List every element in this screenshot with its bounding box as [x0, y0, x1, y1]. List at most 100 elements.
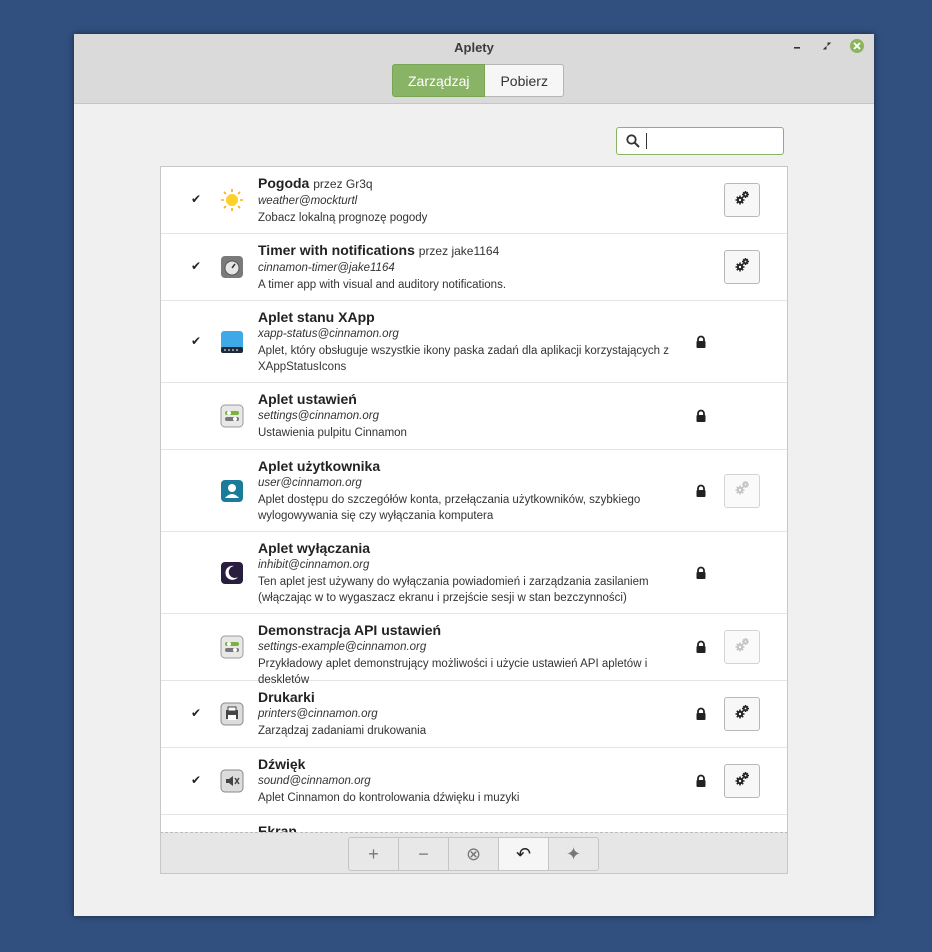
applet-info: Aplet ustawień settings@cinnamon.org Ustaw…	[258, 390, 678, 442]
applet-list[interactable]: ✔ Pogoda przez Gr3q weather@mockturtl Zobac…	[160, 166, 788, 834]
minimize-icon[interactable]	[789, 38, 805, 54]
close-icon[interactable]	[850, 39, 864, 53]
applet-uuid: user@cinnamon.org	[258, 477, 362, 489]
lock-icon	[694, 640, 708, 654]
applet-row[interactable]: Aplet ustawień settings@cinnamon.org Ustaw…	[161, 383, 787, 450]
applet-info: Dźwięk sound@cinnamon.org Aplet Cinnamon d…	[258, 755, 678, 807]
sun-icon	[220, 188, 244, 212]
applet-info: Pogoda przez Gr3q weather@mockturtl Zobacz…	[258, 174, 678, 227]
applet-description: Ten aplet jest używany do wyłączania pow…	[258, 576, 649, 604]
titlebar: Aplety Zarządzaj Pobierz	[74, 34, 874, 104]
applet-name: Drukarki	[258, 688, 678, 706]
applet-name-text: Aplet wyłączania	[258, 540, 371, 556]
search-icon	[626, 134, 640, 148]
applet-name: Aplet użytkownika	[258, 457, 678, 475]
applet-uuid: settings-example@cinnamon.org	[258, 641, 427, 653]
gear-icon	[734, 190, 750, 211]
applet-name-text: Dźwięk	[258, 756, 306, 772]
applet-info: Demonstracja API ustawień settings-exampl…	[258, 621, 678, 688]
configure-button-disabled	[724, 630, 760, 664]
tab-manage[interactable]: Zarządzaj	[392, 64, 486, 97]
minus-icon: −	[418, 843, 429, 864]
enabled-check-icon: ✔	[191, 333, 202, 348]
speaker-icon	[220, 769, 244, 793]
applet-name-text: Pogoda	[258, 175, 310, 191]
panel-icon	[220, 330, 244, 354]
applet-row[interactable]: Aplet wyłączania inhibit@cinnamon.org Ten …	[161, 532, 787, 614]
applet-row[interactable]: Demonstracja API ustawień settings-exampl…	[161, 614, 787, 686]
applet-row[interactable]: ✔ Dźwięk sound@cinnamon.org Aplet Cinnamon …	[161, 748, 787, 815]
lock-icon	[694, 335, 708, 349]
enabled-check-icon: ✔	[191, 773, 202, 787]
applet-author: przez jake1164	[418, 244, 500, 258]
toggles-icon	[220, 635, 244, 659]
printer-icon	[220, 702, 244, 726]
applet-name: Aplet stanu XApp	[258, 308, 678, 326]
applet-description: Aplet Cinnamon do kontrolowania dźwięku …	[258, 792, 520, 804]
lock-icon	[694, 774, 708, 788]
enabled-check-icon: ✔	[191, 192, 202, 206]
applet-name: Demonstracja API ustawień	[258, 621, 678, 639]
applet-description: Zobacz lokalną prognozę pogody	[258, 212, 428, 224]
moon-icon	[220, 561, 244, 585]
applet-name-text: Aplet ustawień	[258, 391, 357, 407]
applet-row[interactable]: ✔ Drukarki printers@cinnamon.org Zarządzaj …	[161, 681, 787, 748]
gear-icon	[734, 637, 750, 658]
applet-info: Timer with notifications przez jake1164 c…	[258, 241, 678, 294]
applet-author: przez Gr3q	[313, 177, 373, 191]
applet-row[interactable]: ✔ Aplet stanu XApp xapp-status@cinnamon.or…	[161, 301, 787, 383]
clear-button[interactable]: ⊗	[448, 837, 499, 871]
gear-icon	[734, 771, 750, 792]
applet-description: Ustawienia pulpitu Cinnamon	[258, 427, 407, 439]
search-input[interactable]	[616, 127, 784, 155]
applet-row[interactable]: Aplet użytkownika user@cinnamon.org Aplet …	[161, 450, 787, 532]
applet-name: Pogoda przez Gr3q	[258, 174, 678, 193]
applet-name: Aplet ustawień	[258, 390, 678, 408]
maximize-icon[interactable]	[819, 38, 835, 54]
applet-description: Zarządzaj zadaniami drukowania	[258, 725, 427, 737]
applet-name: Dźwięk	[258, 755, 678, 773]
applet-info: Aplet użytkownika user@cinnamon.org Aplet …	[258, 457, 678, 524]
applet-name: Aplet wyłączania	[258, 539, 678, 557]
applet-name-text: Drukarki	[258, 689, 315, 705]
applet-uuid: xapp-status@cinnamon.org	[258, 328, 399, 340]
toggles-icon	[220, 404, 244, 428]
plus-icon: +	[368, 843, 379, 864]
applet-uuid: cinnamon-timer@jake1164	[258, 262, 395, 274]
gear-icon	[734, 704, 750, 725]
undo-button[interactable]: ↶	[498, 837, 549, 871]
enabled-check-icon: ✔	[191, 259, 202, 273]
minus-button[interactable]: −	[398, 837, 449, 871]
configure-button-disabled	[724, 473, 760, 508]
tab-bar: Zarządzaj Pobierz	[392, 64, 564, 97]
applet-uuid: weather@mockturtl	[258, 195, 358, 207]
timer-icon	[220, 255, 244, 279]
sparkle-button[interactable]: ✦	[548, 837, 599, 871]
plus-button[interactable]: +	[348, 837, 399, 871]
applet-name-text: Aplet użytkownika	[258, 458, 381, 474]
tab-download[interactable]: Pobierz	[485, 64, 564, 97]
window-title: Aplety	[454, 40, 494, 55]
applet-info: Aplet stanu XApp xapp-status@cinnamon.org…	[258, 308, 678, 375]
applet-description: Aplet, który obsługuje wszystkie ikony p…	[258, 345, 669, 373]
clear-icon: ⊗	[465, 843, 482, 864]
applet-name-text: Demonstracja API ustawień	[258, 622, 442, 638]
configure-button[interactable]	[724, 250, 760, 284]
applet-info: Drukarki printers@cinnamon.org Zarządzaj z…	[258, 688, 678, 740]
applet-row[interactable]: ✔ Timer with notifications przez jake1164…	[161, 234, 787, 301]
applet-info: Aplet wyłączania inhibit@cinnamon.org Ten …	[258, 539, 678, 606]
enabled-check-icon: ✔	[191, 706, 202, 720]
applet-row[interactable]: ✔ Pogoda przez Gr3q weather@mockturtl Zobac…	[161, 167, 787, 234]
lock-icon	[694, 409, 708, 423]
applet-name-text: Aplet stanu XApp	[258, 309, 375, 325]
lock-icon	[694, 566, 708, 580]
undo-icon: ↶	[515, 843, 532, 864]
user-icon	[220, 479, 244, 503]
applet-uuid: inhibit@cinnamon.org	[258, 559, 370, 571]
configure-button[interactable]	[724, 697, 760, 731]
gear-icon	[734, 480, 750, 501]
configure-button[interactable]	[724, 183, 760, 217]
applet-uuid: printers@cinnamon.org	[258, 708, 378, 720]
applet-uuid: settings@cinnamon.org	[258, 410, 379, 422]
configure-button[interactable]	[724, 764, 760, 798]
